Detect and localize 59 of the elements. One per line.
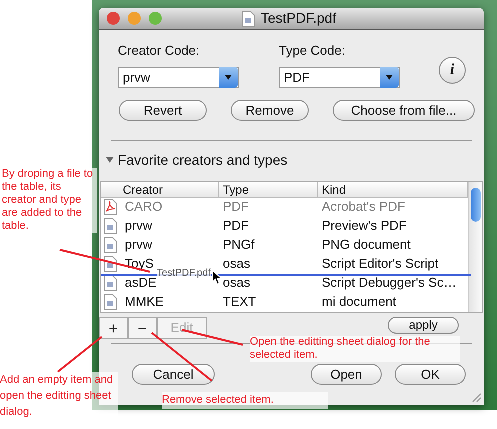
info-button[interactable]: i [439, 57, 466, 84]
zoom-button[interactable] [149, 12, 162, 25]
annotation-text: Open the editting sheet dialog for the selected item. [250, 336, 460, 362]
table-cell-text: PNGf [222, 236, 256, 254]
scrollbar[interactable] [468, 182, 482, 312]
push-button[interactable]: OK [395, 364, 466, 384]
leader-line [57, 336, 103, 373]
push-button[interactable]: Open [311, 364, 382, 384]
document-icon [104, 218, 117, 234]
disclosure-triangle-icon[interactable] [106, 156, 114, 164]
column-header[interactable]: Creator [101, 182, 219, 196]
table-cell-text: PNG document [321, 236, 412, 254]
annotation-text: By droping a file to the table, its creator and type are added to the table. [2, 168, 97, 233]
table-row[interactable]: MMKE TEXT mi document [101, 292, 468, 312]
table-cell-text: MMKE [125, 293, 164, 312]
window-title: TestPDF.pdf [261, 9, 336, 28]
close-button[interactable] [107, 12, 120, 25]
table-cell-text: TEXT [222, 293, 258, 312]
document-icon [104, 237, 117, 253]
caret-icon [386, 74, 393, 80]
popup-menu[interactable]: prvw [118, 66, 239, 88]
table-cell-text: prvw [125, 217, 152, 236]
table-cell-text: prvw [125, 236, 152, 254]
document-icon [104, 294, 117, 310]
document-icon [104, 199, 117, 215]
table-row[interactable]: prvw PNGf PNG document [101, 236, 468, 254]
table-cell-text: osas [222, 255, 252, 274]
mouse-pointer-icon [212, 270, 222, 284]
push-button[interactable]: Remove [231, 100, 309, 120]
annotation-text: Remove selected item. [162, 392, 328, 408]
annotation-text: Add an empty item and open the editting sheet dialog. [0, 372, 118, 420]
table-cell-text: PDF [222, 217, 250, 236]
file-name: TestPDF.pdf [157, 268, 211, 280]
popup-menu[interactable]: PDF [279, 66, 400, 88]
table-cell-text: Script Editor's Script [321, 255, 440, 274]
section-title: Favorite creators and types [118, 150, 288, 170]
list-button[interactable]: + [99, 316, 128, 338]
push-button[interactable]: Revert [119, 100, 207, 120]
table-cell-text: Acrobat's PDF [321, 198, 406, 216]
column-header[interactable]: Type [219, 182, 318, 196]
minimize-button[interactable] [128, 12, 141, 25]
document-icon [242, 10, 255, 26]
field-label: Creator Code: [118, 42, 201, 60]
resize-grip-icon[interactable] [472, 393, 482, 403]
field-label: Type Code: [279, 42, 346, 60]
table-row[interactable]: prvw PDF Preview's PDF [101, 216, 468, 236]
table-cell-text: PDF [222, 198, 250, 216]
table-cell-text: osas [222, 274, 252, 292]
table-cell-text: asDE [125, 274, 157, 292]
push-button[interactable]: Cancel [132, 364, 215, 384]
list-button[interactable]: − [128, 316, 157, 338]
table-cell-text: CARO [125, 198, 163, 216]
table-cell-text: Preview's PDF [321, 217, 408, 236]
table-cell-text: Script Debugger's Sc… [321, 274, 458, 292]
caret-icon [225, 74, 232, 80]
table-cell-text: mi document [321, 293, 398, 312]
apply-button[interactable]: apply [388, 316, 459, 334]
document-icon [104, 275, 117, 291]
push-button[interactable]: Choose from file... [333, 100, 475, 120]
